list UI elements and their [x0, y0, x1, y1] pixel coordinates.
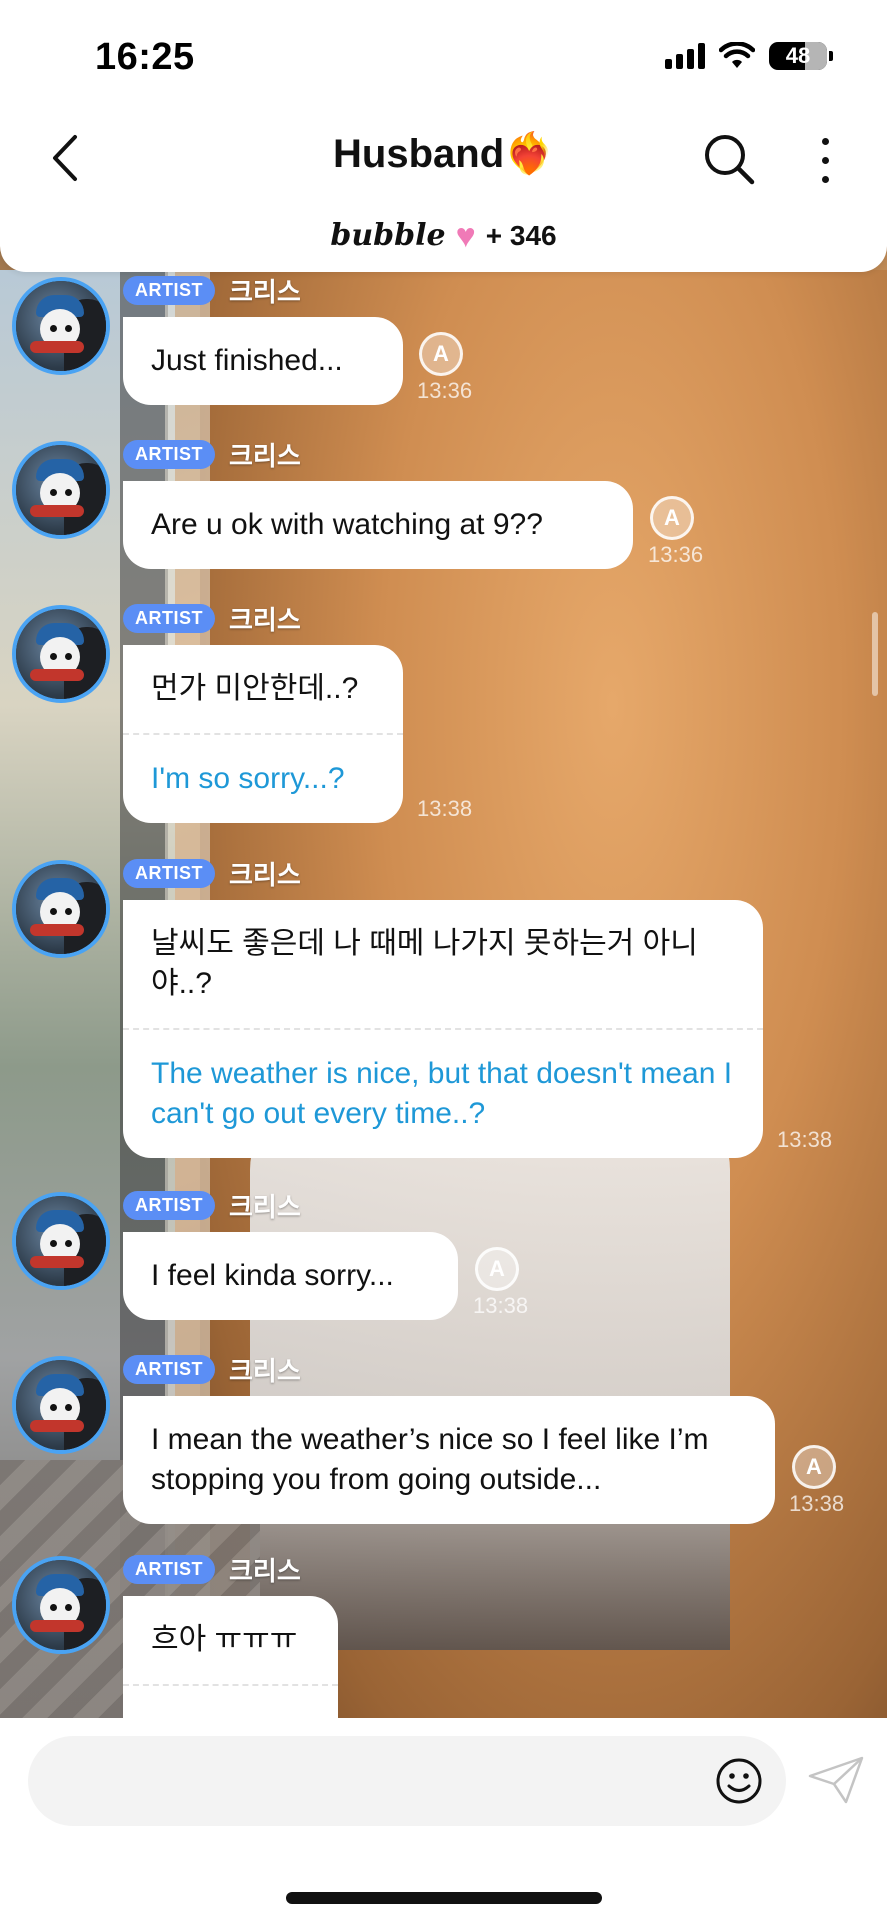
bubble-subscription-info[interactable]: bubble ♥ + 346	[0, 218, 887, 253]
artist-badge: ARTIST	[123, 1191, 215, 1220]
message-text: I mean the weather’s nice so I feel like…	[151, 1423, 717, 1496]
artist-badge: ARTIST	[123, 1555, 215, 1584]
message-time: 13:38	[777, 1127, 833, 1152]
paper-plane-icon	[808, 1756, 864, 1804]
sender-name: 크리스	[229, 1556, 301, 1586]
message-time: 13:36	[417, 378, 473, 403]
cellular-signal-icon	[665, 43, 705, 69]
send-button[interactable]	[806, 1754, 866, 1806]
message-time: 13:38	[789, 1491, 845, 1516]
chat-header: 16:25 48 Husband❤️‍🔥 bubble ♥ + 346	[0, 0, 887, 272]
sender-name: 크리스	[229, 860, 301, 890]
wifi-icon	[719, 42, 755, 68]
follower-count: + 346	[485, 219, 557, 251]
bubble-logo: bubble	[330, 218, 446, 253]
search-icon	[705, 135, 755, 185]
message-time: 13:38	[417, 796, 473, 821]
artist-badge: ARTIST	[123, 440, 215, 469]
message-composer	[0, 1718, 887, 1920]
message-time: 13:38	[473, 1293, 529, 1318]
search-button[interactable]	[700, 130, 760, 190]
heart-icon: ♥	[455, 216, 476, 255]
scrollbar[interactable]	[872, 612, 878, 696]
sender-row: ARTIST 크리스	[123, 600, 301, 637]
translate-icon: A	[806, 1454, 822, 1479]
sender-row: ARTIST 크리스	[123, 272, 301, 309]
translate-icon: A	[664, 505, 680, 530]
translation-divider	[123, 1684, 338, 1686]
message-text: I feel kinda sorry...	[151, 1259, 394, 1292]
translation-text: I'm so sorry...?	[151, 762, 345, 795]
battery-icon: 48	[769, 42, 833, 70]
message-bubble[interactable]: 먼가 미안한데..? I'm so sorry...?	[123, 645, 403, 823]
emoji-button[interactable]	[714, 1756, 764, 1806]
message-input[interactable]	[28, 1736, 786, 1826]
sender-row: ARTIST 크리스	[123, 1551, 301, 1588]
artist-badge: ARTIST	[123, 604, 215, 633]
message-text: 날씨도 좋은데 나 때메 나가지 못하는거 아니야..?	[151, 927, 698, 1000]
avatar[interactable]	[12, 1356, 110, 1454]
message-item: ARTIST 크리스 흐아 ㅠㅠㅠ	[0, 1551, 887, 1718]
sender-name: 크리스	[229, 605, 301, 635]
translate-icon: A	[489, 1256, 505, 1281]
sender-row: ARTIST 크리스	[123, 1187, 301, 1224]
sender-row: ARTIST 크리스	[123, 855, 301, 892]
translate-button[interactable]: A	[650, 496, 694, 540]
more-vertical-icon	[821, 137, 829, 145]
message-text: Are u ok with watching at 9??	[151, 508, 543, 541]
avatar[interactable]	[12, 860, 110, 958]
sender-name: 크리스	[229, 441, 301, 471]
status-time: 16:25	[95, 36, 195, 78]
message-text: 흐아 ㅠㅠㅠ	[151, 1623, 298, 1656]
message-bubble[interactable]: 날씨도 좋은데 나 때메 나가지 못하는거 아니야..? The weather…	[123, 900, 763, 1158]
artist-badge: ARTIST	[123, 1355, 215, 1384]
message-bubble[interactable]: 흐아 ㅠㅠㅠ	[123, 1596, 338, 1718]
translate-button[interactable]: A	[792, 1445, 836, 1489]
avatar[interactable]	[12, 1192, 110, 1290]
translation-text: The weather is nice, but that doesn't me…	[151, 1057, 741, 1130]
sender-row: ARTIST 크리스	[123, 436, 301, 473]
translate-icon: A	[433, 341, 449, 366]
message-time: 13:36	[648, 542, 704, 567]
message-bubble[interactable]: Just finished...	[123, 317, 403, 405]
message-text: Just finished...	[151, 344, 343, 377]
smiley-icon	[716, 1758, 762, 1804]
home-indicator	[286, 1892, 602, 1904]
translate-button[interactable]: A	[419, 332, 463, 376]
sender-name: 크리스	[229, 1192, 301, 1222]
message-bubble[interactable]: I feel kinda sorry...	[123, 1232, 458, 1320]
avatar[interactable]	[12, 277, 110, 375]
sender-name: 크리스	[229, 1356, 301, 1386]
message-text: 먼가 미안한데..?	[151, 672, 359, 705]
sender-name: 크리스	[229, 277, 301, 307]
message-bubble[interactable]: Are u ok with watching at 9??	[123, 481, 633, 569]
avatar[interactable]	[12, 605, 110, 703]
message-bubble[interactable]: I mean the weather’s nice so I feel like…	[123, 1396, 775, 1524]
status-icons: 48	[665, 42, 833, 70]
sender-row: ARTIST 크리스	[123, 1351, 301, 1388]
artist-badge: ARTIST	[123, 859, 215, 888]
artist-badge: ARTIST	[123, 276, 215, 305]
translate-button[interactable]: A	[475, 1247, 519, 1291]
more-options-button[interactable]	[800, 130, 850, 190]
avatar[interactable]	[12, 441, 110, 539]
avatar[interactable]	[12, 1556, 110, 1654]
